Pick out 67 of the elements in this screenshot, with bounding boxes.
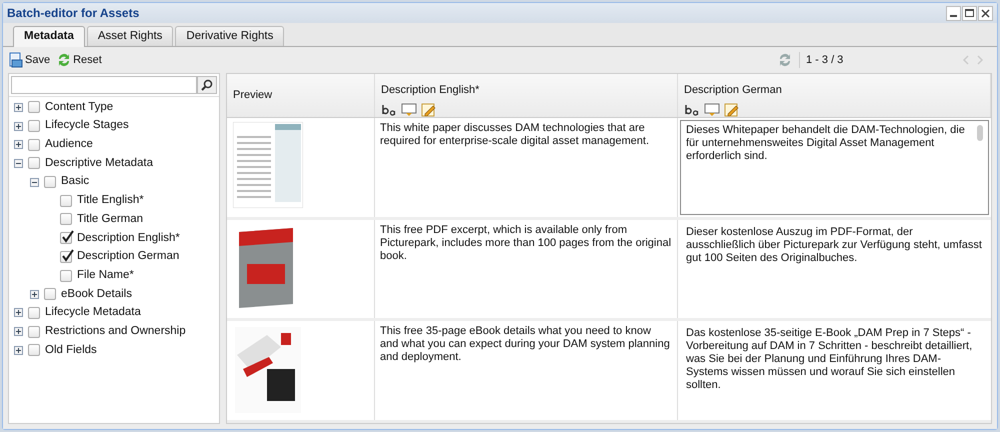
expand-icon[interactable] [14, 346, 23, 355]
expand-icon[interactable] [14, 327, 23, 336]
tab[interactable]: Derivative Rights [175, 26, 284, 46]
expand-icon[interactable] [14, 140, 23, 150]
expand-icon[interactable] [14, 102, 23, 112]
search-button[interactable] [197, 76, 217, 94]
tree-item-label[interactable]: Description German [77, 248, 180, 266]
checkbox[interactable] [60, 213, 72, 226]
checkbox[interactable] [44, 288, 56, 300]
spellcheck-icon[interactable] [401, 102, 417, 116]
tab[interactable]: Metadata [13, 26, 85, 47]
tree-item-label[interactable]: eBook Details [61, 286, 132, 303]
table-cell-text: This white paper discusses DAM technologies that are required for enterprise-scale digital asset management. [380, 122, 650, 148]
tree-item-label[interactable]: Descriptive Metadata [45, 154, 154, 172]
font-size-icon[interactable] [684, 102, 700, 116]
pager-range: 1 - 3 / 3 [806, 52, 844, 68]
tree-item-label[interactable]: Title German [77, 210, 144, 228]
table-cell: Dieser kostenlose Auszug im PDF-Format, der ausschließlich über Picturepark zur Verfügung steht, umfasst gut 100 Seiten des Originalbuches. [686, 226, 983, 265]
checkbox[interactable] [60, 194, 72, 207]
expand-icon[interactable] [14, 122, 23, 131]
tree-item-label[interactable]: Title English* [77, 192, 144, 210]
scrollbar-thumb[interactable] [977, 125, 983, 141]
tree-item-label[interactable]: Lifecycle Stages [45, 117, 129, 135]
spellcheck-icon[interactable] [704, 102, 720, 116]
reset-button[interactable]: Reset [56, 52, 102, 68]
checkbox[interactable] [28, 101, 40, 114]
column-header[interactable]: Description English* [381, 82, 671, 98]
table-cell: This free PDF excerpt, which is available only from Picturepark, includes more than 100 pages from the original book. [380, 224, 672, 263]
checkbox[interactable] [28, 120, 40, 132]
tree-item-label[interactable]: Lifecycle Metadata [45, 304, 141, 322]
edit-icon[interactable] [421, 102, 437, 116]
collapse-icon[interactable] [30, 178, 39, 187]
checkbox[interactable] [44, 176, 56, 188]
column-header[interactable]: Description German [684, 82, 984, 98]
close-icon [981, 8, 990, 18]
tree-item-label[interactable]: Old Fields [45, 342, 97, 359]
column-header[interactable]: Preview [233, 87, 368, 104]
checkbox[interactable] [28, 138, 40, 151]
checkbox[interactable] [60, 250, 72, 263]
checkbox[interactable] [28, 326, 40, 338]
tree-item-label[interactable]: Content Type [45, 98, 114, 116]
edit-icon[interactable] [724, 102, 740, 116]
tree-item-label[interactable]: Description English* [77, 230, 180, 247]
checkbox[interactable] [28, 306, 40, 319]
collapse-icon[interactable] [14, 158, 23, 168]
save-icon [8, 52, 24, 68]
expand-icon[interactable] [14, 308, 23, 318]
close-button[interactable] [978, 6, 993, 20]
checkbox[interactable] [28, 157, 40, 170]
checkbox[interactable] [60, 270, 72, 282]
maximize-button[interactable] [962, 6, 977, 20]
save-button[interactable]: Save [8, 52, 50, 68]
font-size-icon[interactable] [381, 102, 397, 116]
text-area[interactable]: Dieses Whitepaper behandelt die DAM-Technologien, die für unternehmensweites Digital Asset Management erforderlich sind. [680, 120, 989, 215]
table-cell-text: This free 35-page eBook details what you need to know and what you can expect during your DAM system planning and deployment. [380, 325, 671, 364]
table-cell-text: Das kostenlose 35-seitige E-Book „DAM Prep in 7 Steps“ - Vorbereitung auf DAM in 7 Schritten - beschreibt detailliert, was Sie bei der Planung und Einführung Ihres DAM-Systems wissen müssen und worauf Sie sich einstellen sollten. [686, 327, 974, 392]
checkbox[interactable] [60, 232, 72, 244]
search-field[interactable] [11, 76, 197, 94]
tree-item-label[interactable]: Audience [45, 136, 93, 154]
tree-item-label[interactable]: Basic [61, 173, 90, 191]
tab[interactable]: Asset Rights [86, 26, 174, 46]
tree-item-label[interactable]: Restrictions and Ownership [45, 322, 186, 340]
tree-item-label[interactable]: File Name* [77, 266, 134, 284]
checkbox[interactable] [28, 344, 40, 356]
expand-icon[interactable] [30, 290, 39, 299]
window-title: Batch-editor for Assets [7, 5, 140, 22]
minimize-button[interactable] [946, 6, 961, 20]
